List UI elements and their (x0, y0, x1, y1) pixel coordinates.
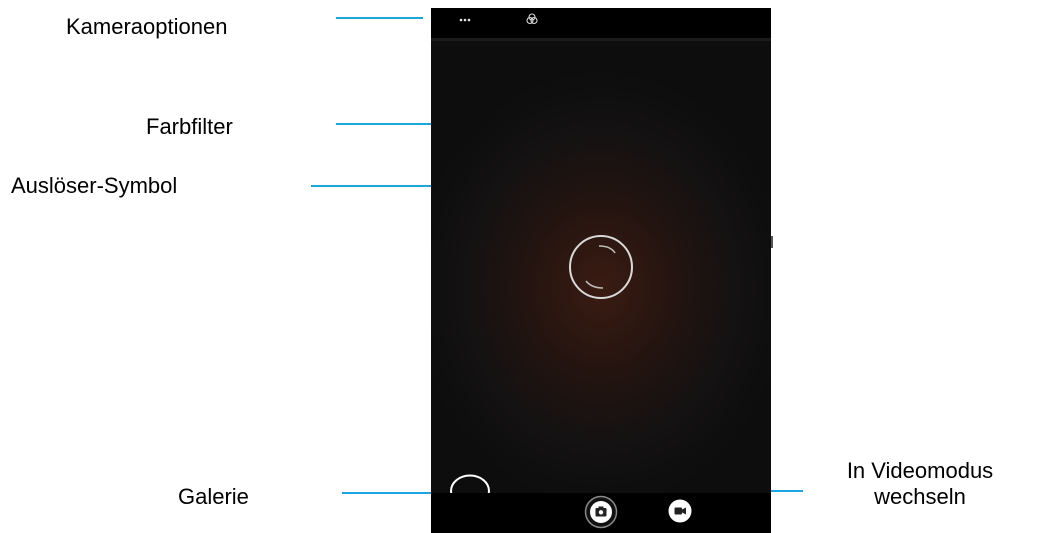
callout-shutter-icon: Auslöser-Symbol (11, 173, 178, 198)
leader-line-gallery (342, 492, 445, 494)
video-camera-icon[interactable] (667, 498, 693, 524)
callout-gallery: Galerie (178, 484, 249, 509)
camera-icon[interactable] (584, 495, 618, 529)
screen-edge-tick (771, 236, 773, 248)
callout-switch-video-line1: In Videomodus (846, 458, 994, 483)
focus-ring-icon[interactable] (568, 234, 634, 300)
filter-circles-icon[interactable] (525, 12, 539, 26)
camera-viewfinder[interactable] (431, 8, 771, 533)
more-dots-icon[interactable] (458, 14, 472, 26)
leader-line-camera-options (336, 17, 423, 19)
callout-switch-video: In Videomodus wechseln (830, 458, 1010, 510)
callout-switch-video-line2: wechseln (874, 484, 966, 509)
callout-camera-options: Kameraoptionen (66, 14, 228, 39)
callout-color-filter: Farbfilter (146, 114, 233, 139)
camera-top-bar (431, 8, 771, 41)
